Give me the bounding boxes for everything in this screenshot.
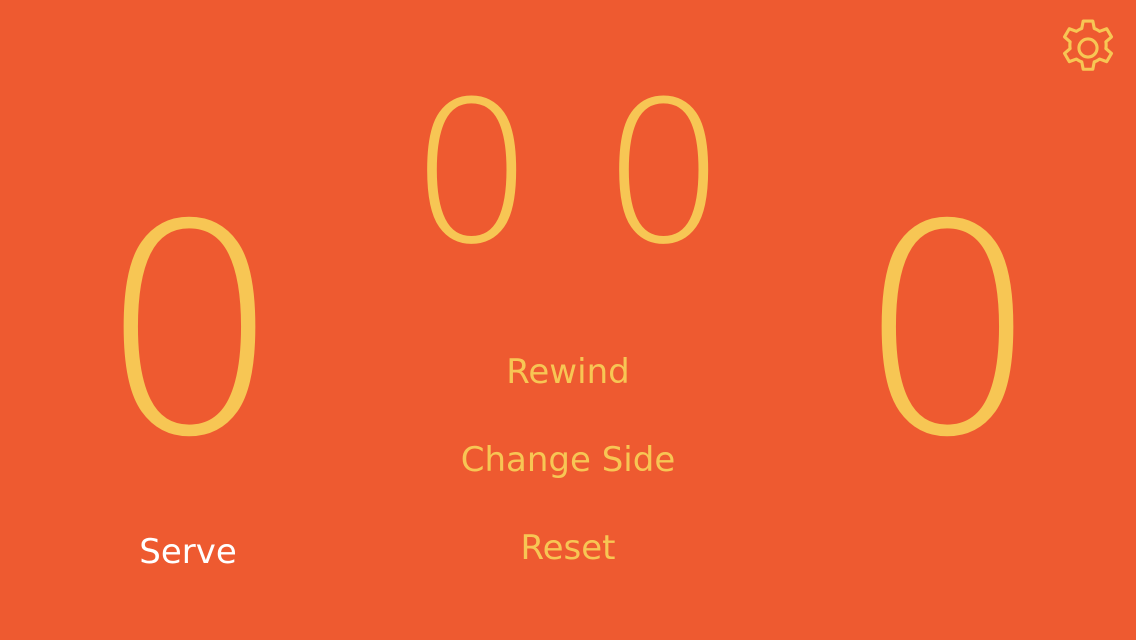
left-games-score[interactable]: 0	[402, 76, 542, 272]
right-games-score[interactable]: 0	[594, 76, 734, 272]
left-points-score[interactable]: 0	[60, 188, 320, 478]
rewind-button[interactable]: Rewind	[418, 352, 718, 392]
change-side-button[interactable]: Change Side	[418, 440, 718, 480]
serve-indicator[interactable]: Serve	[88, 532, 288, 572]
gear-icon	[1054, 14, 1122, 82]
right-points-score[interactable]: 0	[818, 188, 1078, 478]
settings-button[interactable]	[1054, 14, 1122, 82]
reset-button[interactable]: Reset	[418, 528, 718, 568]
